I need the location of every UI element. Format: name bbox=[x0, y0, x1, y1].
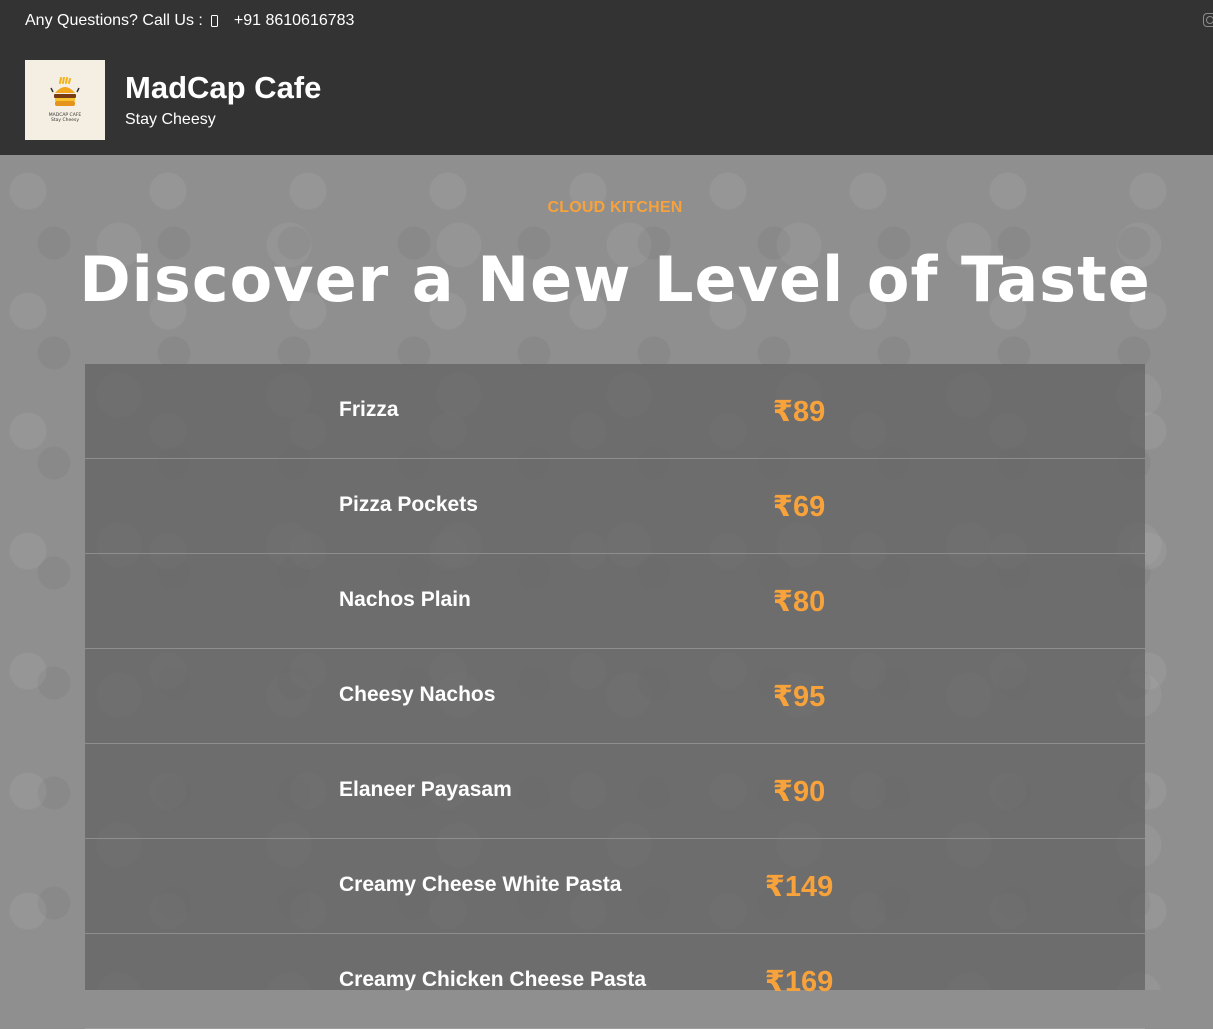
menu-item-price: ₹90 bbox=[772, 776, 826, 808]
contact-bar: Any Questions? Call Us : +91 8610616783 bbox=[25, 11, 354, 31]
menu-item-price: ₹149 bbox=[764, 871, 834, 903]
menu-item-name: Creamy Cheese White Pasta bbox=[339, 873, 622, 896]
menu-item-price: ₹69 bbox=[772, 491, 826, 523]
hero-section: CLOUD KITCHEN Discover a New Level of Ta… bbox=[0, 155, 1213, 1029]
logo-text: MADCAP CAFE Stay Cheesy bbox=[49, 113, 81, 123]
menu-item-name: Creamy Chicken Cheese Pasta bbox=[339, 968, 646, 991]
menu-item: Frizza ₹89 bbox=[85, 364, 1145, 459]
menu-item: Elaneer Payasam ₹90 bbox=[85, 744, 1145, 839]
menu-item: Cheesy Nachos ₹95 bbox=[85, 649, 1145, 744]
section-eyebrow: CLOUD KITCHEN bbox=[547, 199, 683, 216]
brand-name[interactable]: MadCap Cafe bbox=[125, 70, 321, 106]
menu-item: Nachos Plain ₹80 bbox=[85, 554, 1145, 649]
menu-item-price: ₹169 bbox=[764, 966, 834, 998]
menu-list: Frizza ₹89 Pizza Pockets ₹69 Nachos Plai… bbox=[85, 364, 1145, 1029]
menu-item-name: Cheesy Nachos bbox=[339, 683, 496, 706]
site-header: Any Questions? Call Us : +91 8610616783 … bbox=[0, 0, 1213, 155]
burger-logo-icon bbox=[50, 77, 80, 106]
logo-text-line2: Stay Cheesy bbox=[50, 118, 79, 123]
menu-item-name: Elaneer Payasam bbox=[339, 778, 512, 801]
menu-item-price: ₹95 bbox=[772, 681, 826, 713]
menu-item-price: ₹89 bbox=[772, 396, 826, 428]
menu-item-price: ₹80 bbox=[772, 586, 826, 618]
hero-title: Discover a New Level of Taste bbox=[79, 243, 1151, 316]
menu-item-name: Frizza bbox=[339, 398, 399, 421]
menu-item: Creamy Chicken Cheese Pasta ₹169 bbox=[85, 934, 1145, 1029]
brand-tagline: Stay Cheesy bbox=[125, 111, 216, 128]
menu-item: Pizza Pockets ₹69 bbox=[85, 459, 1145, 554]
menu-item: Creamy Cheese White Pasta ₹149 bbox=[85, 839, 1145, 934]
mobile-phone-icon bbox=[210, 15, 218, 27]
contact-prompt: Any Questions? Call Us : bbox=[25, 12, 203, 29]
instagram-icon[interactable] bbox=[1203, 13, 1213, 27]
menu-item-name: Pizza Pockets bbox=[339, 493, 478, 516]
logo[interactable]: MADCAP CAFE Stay Cheesy bbox=[25, 60, 105, 140]
phone-number[interactable]: +91 8610616783 bbox=[234, 12, 355, 30]
menu-item-name: Nachos Plain bbox=[339, 588, 471, 611]
